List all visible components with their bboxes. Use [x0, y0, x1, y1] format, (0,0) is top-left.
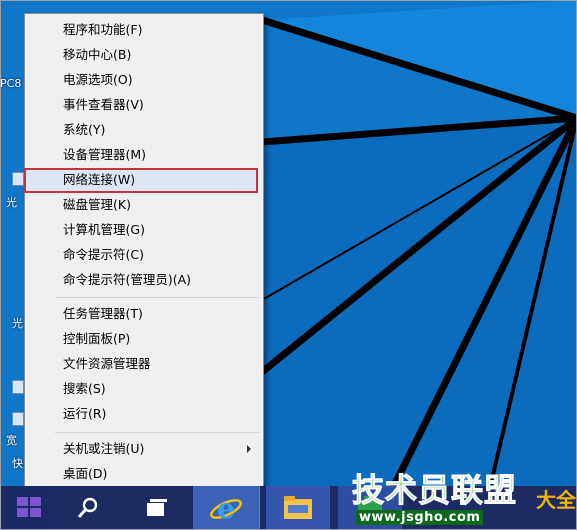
menu-separator	[55, 432, 259, 433]
menu-item-computer-management[interactable]: 计算机管理(G)	[25, 218, 263, 243]
submenu-arrow-icon	[247, 445, 251, 453]
menu-item-event-viewer[interactable]: 事件查看器(V)	[25, 93, 263, 118]
menu-item-label: 网络连接(W)	[63, 172, 136, 187]
internet-explorer-icon: e	[210, 492, 242, 525]
menu-item-label: 电源选项(O)	[63, 72, 133, 87]
menu-item-disk-management[interactable]: 磁盘管理(K)	[25, 193, 263, 218]
menu-item-label: 命令提示符(管理员)(A)	[63, 272, 192, 287]
watermark-suffix: 大全	[536, 488, 576, 512]
menu-item-device-manager[interactable]: 设备管理器(M)	[25, 143, 263, 168]
menu-item-label: 运行(R)	[63, 406, 107, 421]
winx-context-menu: 程序和功能(F) 移动中心(B) 电源选项(O) 事件查看器(V) 系统(Y) …	[24, 13, 264, 492]
desktop-label-fragment: 光	[6, 196, 17, 209]
menu-item-control-panel[interactable]: 控制面板(P)	[25, 327, 263, 352]
menu-item-label: 事件查看器(V)	[63, 97, 144, 112]
menu-item-desktop[interactable]: 桌面(D)	[25, 462, 263, 487]
menu-item-system[interactable]: 系统(Y)	[25, 118, 263, 143]
menu-item-label: 程序和功能(F)	[63, 22, 143, 37]
windows-logo-icon	[16, 496, 42, 518]
desktop-label-fragment: 快	[12, 457, 23, 470]
menu-item-label: 命令提示符(C)	[63, 247, 144, 262]
desktop-shortcut-icon[interactable]	[12, 172, 24, 186]
start-button[interactable]	[4, 486, 52, 530]
menu-item-label: 桌面(D)	[63, 466, 108, 481]
internet-explorer-button[interactable]: e	[193, 486, 260, 530]
menu-item-shutdown-or-signout[interactable]: 关机或注销(U)	[25, 437, 263, 462]
menu-item-search[interactable]: 搜索(S)	[25, 377, 263, 402]
desktop-label-fragment: PC8	[0, 77, 22, 90]
desktop-shortcut-icon[interactable]	[12, 380, 24, 394]
menu-item-task-manager[interactable]: 任务管理器(T)	[25, 302, 263, 327]
svg-text:e: e	[217, 492, 235, 525]
menu-item-label: 任务管理器(T)	[63, 306, 143, 321]
search-icon	[77, 497, 98, 518]
desktop-shortcut-icon[interactable]	[12, 412, 24, 426]
menu-item-label: 系统(Y)	[63, 122, 106, 137]
watermark-url: www.jsgho.com	[356, 510, 484, 525]
menu-item-label: 磁盘管理(K)	[63, 197, 131, 212]
menu-item-run[interactable]: 运行(R)	[25, 402, 263, 427]
desktop-label-fragment: 宽	[6, 434, 17, 447]
menu-item-label: 设备管理器(M)	[63, 147, 147, 162]
menu-item-command-prompt[interactable]: 命令提示符(C)	[25, 243, 263, 268]
menu-separator	[55, 297, 259, 298]
watermark-title: 技术员联盟	[351, 471, 518, 510]
menu-item-label: 关机或注销(U)	[63, 441, 145, 456]
menu-item-mobility-center[interactable]: 移动中心(B)	[25, 43, 263, 68]
menu-item-label: 移动中心(B)	[63, 47, 132, 62]
menu-item-programs-and-features[interactable]: 程序和功能(F)	[25, 18, 263, 43]
file-explorer-icon	[284, 496, 312, 519]
menu-item-power-options[interactable]: 电源选项(O)	[25, 68, 263, 93]
menu-item-label: 文件资源管理器	[63, 356, 151, 371]
task-view-icon	[147, 499, 167, 516]
menu-item-file-explorer[interactable]: 文件资源管理器	[25, 352, 263, 377]
menu-item-label: 搜索(S)	[63, 381, 106, 396]
menu-item-label: 计算机管理(G)	[63, 222, 145, 237]
menu-item-network-connections[interactable]: 网络连接(W)	[24, 168, 258, 193]
menu-item-command-prompt-admin[interactable]: 命令提示符(管理员)(A)	[25, 268, 263, 293]
desktop-label-fragment: 光	[12, 317, 23, 330]
desktop: PC8 光 光 宽 快 程序和功能(F) 移动中心(B) 电源选项(O) 事件查…	[0, 0, 577, 530]
file-explorer-button[interactable]	[266, 486, 330, 530]
menu-item-label: 控制面板(P)	[63, 331, 131, 346]
task-view-button[interactable]	[131, 486, 183, 530]
search-button[interactable]	[64, 486, 112, 530]
